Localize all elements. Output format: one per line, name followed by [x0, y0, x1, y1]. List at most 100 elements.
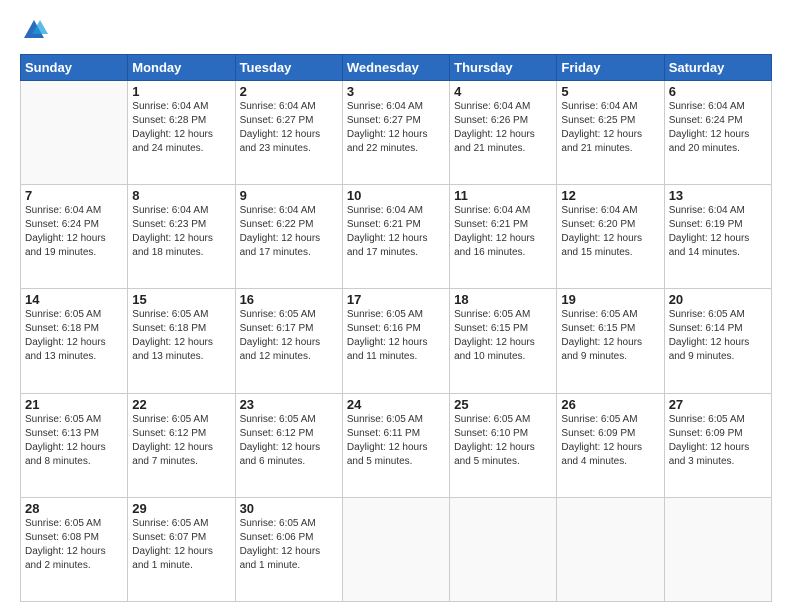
calendar-cell: 23Sunrise: 6:05 AM Sunset: 6:12 PM Dayli… [235, 393, 342, 497]
day-number: 3 [347, 84, 445, 99]
day-info: Sunrise: 6:04 AM Sunset: 6:20 PM Dayligh… [561, 204, 659, 260]
day-info: Sunrise: 6:05 AM Sunset: 6:12 PM Dayligh… [240, 413, 338, 469]
day-info: Sunrise: 6:04 AM Sunset: 6:24 PM Dayligh… [25, 204, 123, 260]
day-info: Sunrise: 6:04 AM Sunset: 6:25 PM Dayligh… [561, 100, 659, 156]
day-number: 27 [669, 397, 767, 412]
header [20, 16, 772, 44]
day-number: 23 [240, 397, 338, 412]
calendar-cell: 25Sunrise: 6:05 AM Sunset: 6:10 PM Dayli… [450, 393, 557, 497]
day-number: 7 [25, 188, 123, 203]
day-info: Sunrise: 6:05 AM Sunset: 6:16 PM Dayligh… [347, 308, 445, 364]
day-number: 8 [132, 188, 230, 203]
logo [20, 16, 52, 44]
day-number: 15 [132, 292, 230, 307]
calendar-header-friday: Friday [557, 55, 664, 81]
calendar-cell: 28Sunrise: 6:05 AM Sunset: 6:08 PM Dayli… [21, 497, 128, 601]
page: SundayMondayTuesdayWednesdayThursdayFrid… [0, 0, 792, 612]
calendar-cell: 19Sunrise: 6:05 AM Sunset: 6:15 PM Dayli… [557, 289, 664, 393]
day-info: Sunrise: 6:05 AM Sunset: 6:13 PM Dayligh… [25, 413, 123, 469]
day-number: 13 [669, 188, 767, 203]
calendar-header-sunday: Sunday [21, 55, 128, 81]
calendar-week-1: 1Sunrise: 6:04 AM Sunset: 6:28 PM Daylig… [21, 81, 772, 185]
day-number: 19 [561, 292, 659, 307]
day-info: Sunrise: 6:05 AM Sunset: 6:11 PM Dayligh… [347, 413, 445, 469]
day-info: Sunrise: 6:05 AM Sunset: 6:15 PM Dayligh… [454, 308, 552, 364]
day-info: Sunrise: 6:05 AM Sunset: 6:17 PM Dayligh… [240, 308, 338, 364]
day-info: Sunrise: 6:05 AM Sunset: 6:18 PM Dayligh… [25, 308, 123, 364]
calendar-cell: 8Sunrise: 6:04 AM Sunset: 6:23 PM Daylig… [128, 185, 235, 289]
day-number: 24 [347, 397, 445, 412]
calendar-cell: 22Sunrise: 6:05 AM Sunset: 6:12 PM Dayli… [128, 393, 235, 497]
day-number: 29 [132, 501, 230, 516]
day-number: 22 [132, 397, 230, 412]
calendar-cell: 18Sunrise: 6:05 AM Sunset: 6:15 PM Dayli… [450, 289, 557, 393]
day-info: Sunrise: 6:05 AM Sunset: 6:09 PM Dayligh… [669, 413, 767, 469]
day-number: 14 [25, 292, 123, 307]
calendar-cell [664, 497, 771, 601]
day-info: Sunrise: 6:05 AM Sunset: 6:15 PM Dayligh… [561, 308, 659, 364]
day-number: 9 [240, 188, 338, 203]
calendar-cell: 7Sunrise: 6:04 AM Sunset: 6:24 PM Daylig… [21, 185, 128, 289]
day-info: Sunrise: 6:04 AM Sunset: 6:27 PM Dayligh… [240, 100, 338, 156]
day-number: 11 [454, 188, 552, 203]
calendar-cell: 17Sunrise: 6:05 AM Sunset: 6:16 PM Dayli… [342, 289, 449, 393]
calendar-cell: 26Sunrise: 6:05 AM Sunset: 6:09 PM Dayli… [557, 393, 664, 497]
calendar-cell: 9Sunrise: 6:04 AM Sunset: 6:22 PM Daylig… [235, 185, 342, 289]
calendar-cell: 1Sunrise: 6:04 AM Sunset: 6:28 PM Daylig… [128, 81, 235, 185]
calendar-cell: 6Sunrise: 6:04 AM Sunset: 6:24 PM Daylig… [664, 81, 771, 185]
calendar-header-wednesday: Wednesday [342, 55, 449, 81]
calendar-cell [450, 497, 557, 601]
day-number: 4 [454, 84, 552, 99]
day-number: 5 [561, 84, 659, 99]
calendar-cell: 24Sunrise: 6:05 AM Sunset: 6:11 PM Dayli… [342, 393, 449, 497]
day-number: 2 [240, 84, 338, 99]
day-number: 10 [347, 188, 445, 203]
calendar-cell: 29Sunrise: 6:05 AM Sunset: 6:07 PM Dayli… [128, 497, 235, 601]
calendar-cell: 3Sunrise: 6:04 AM Sunset: 6:27 PM Daylig… [342, 81, 449, 185]
calendar-header-thursday: Thursday [450, 55, 557, 81]
calendar-cell: 30Sunrise: 6:05 AM Sunset: 6:06 PM Dayli… [235, 497, 342, 601]
day-number: 17 [347, 292, 445, 307]
day-info: Sunrise: 6:04 AM Sunset: 6:21 PM Dayligh… [347, 204, 445, 260]
calendar-cell [557, 497, 664, 601]
calendar-cell: 20Sunrise: 6:05 AM Sunset: 6:14 PM Dayli… [664, 289, 771, 393]
calendar-week-2: 7Sunrise: 6:04 AM Sunset: 6:24 PM Daylig… [21, 185, 772, 289]
day-info: Sunrise: 6:05 AM Sunset: 6:12 PM Dayligh… [132, 413, 230, 469]
calendar-header-row: SundayMondayTuesdayWednesdayThursdayFrid… [21, 55, 772, 81]
day-number: 12 [561, 188, 659, 203]
calendar-cell: 2Sunrise: 6:04 AM Sunset: 6:27 PM Daylig… [235, 81, 342, 185]
day-number: 28 [25, 501, 123, 516]
calendar-cell: 15Sunrise: 6:05 AM Sunset: 6:18 PM Dayli… [128, 289, 235, 393]
day-info: Sunrise: 6:05 AM Sunset: 6:06 PM Dayligh… [240, 517, 338, 573]
day-info: Sunrise: 6:05 AM Sunset: 6:10 PM Dayligh… [454, 413, 552, 469]
calendar-cell: 27Sunrise: 6:05 AM Sunset: 6:09 PM Dayli… [664, 393, 771, 497]
calendar-week-4: 21Sunrise: 6:05 AM Sunset: 6:13 PM Dayli… [21, 393, 772, 497]
day-info: Sunrise: 6:04 AM Sunset: 6:28 PM Dayligh… [132, 100, 230, 156]
day-info: Sunrise: 6:04 AM Sunset: 6:24 PM Dayligh… [669, 100, 767, 156]
day-number: 20 [669, 292, 767, 307]
calendar-week-3: 14Sunrise: 6:05 AM Sunset: 6:18 PM Dayli… [21, 289, 772, 393]
day-info: Sunrise: 6:05 AM Sunset: 6:07 PM Dayligh… [132, 517, 230, 573]
day-number: 18 [454, 292, 552, 307]
logo-icon [20, 16, 48, 44]
day-info: Sunrise: 6:04 AM Sunset: 6:23 PM Dayligh… [132, 204, 230, 260]
day-info: Sunrise: 6:04 AM Sunset: 6:22 PM Dayligh… [240, 204, 338, 260]
calendar-cell: 13Sunrise: 6:04 AM Sunset: 6:19 PM Dayli… [664, 185, 771, 289]
calendar-table: SundayMondayTuesdayWednesdayThursdayFrid… [20, 54, 772, 602]
day-number: 1 [132, 84, 230, 99]
day-number: 21 [25, 397, 123, 412]
day-info: Sunrise: 6:04 AM Sunset: 6:26 PM Dayligh… [454, 100, 552, 156]
day-info: Sunrise: 6:04 AM Sunset: 6:21 PM Dayligh… [454, 204, 552, 260]
calendar-cell: 12Sunrise: 6:04 AM Sunset: 6:20 PM Dayli… [557, 185, 664, 289]
calendar-cell: 10Sunrise: 6:04 AM Sunset: 6:21 PM Dayli… [342, 185, 449, 289]
calendar-cell: 14Sunrise: 6:05 AM Sunset: 6:18 PM Dayli… [21, 289, 128, 393]
calendar-cell: 16Sunrise: 6:05 AM Sunset: 6:17 PM Dayli… [235, 289, 342, 393]
day-info: Sunrise: 6:05 AM Sunset: 6:08 PM Dayligh… [25, 517, 123, 573]
day-number: 6 [669, 84, 767, 99]
calendar-cell: 5Sunrise: 6:04 AM Sunset: 6:25 PM Daylig… [557, 81, 664, 185]
day-info: Sunrise: 6:05 AM Sunset: 6:14 PM Dayligh… [669, 308, 767, 364]
calendar-header-monday: Monday [128, 55, 235, 81]
day-info: Sunrise: 6:05 AM Sunset: 6:09 PM Dayligh… [561, 413, 659, 469]
calendar-cell [342, 497, 449, 601]
calendar-cell [21, 81, 128, 185]
